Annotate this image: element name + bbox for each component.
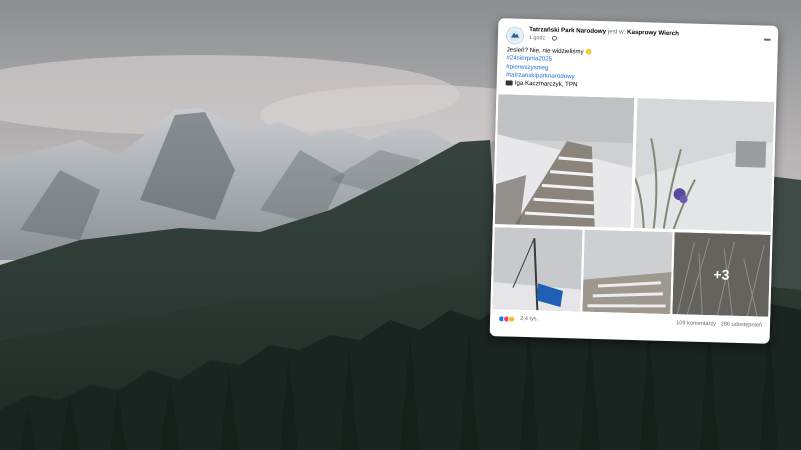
more-options-icon[interactable]: ••• — [763, 35, 770, 45]
smile-emoji-icon — [585, 48, 592, 55]
photo-frosted-flower[interactable] — [633, 98, 775, 232]
post-footer: 2,4 tys. 109 komentarzy 286 udostępnień — [498, 313, 762, 334]
photo-frosted-grass[interactable]: +3 — [672, 232, 771, 317]
engagement-stats: 109 komentarzy 286 udostępnień — [676, 320, 762, 328]
location-link[interactable]: Kasprowy Wierch — [627, 29, 679, 37]
page-name-link[interactable]: Tatrzański Park Narodowy — [529, 26, 606, 35]
shares-count[interactable]: 286 udostępnień — [721, 321, 763, 328]
wow-reaction-icon — [507, 315, 516, 323]
connector-text: jest w: — [607, 28, 626, 36]
photo-snowy-flag[interactable] — [492, 227, 583, 312]
reactions-count[interactable]: 2,4 tys. — [520, 316, 538, 323]
post-time-line: 1 godz. · — [529, 35, 558, 42]
photo-credit-text: Iga Kaczmarczyk, TPN — [514, 79, 578, 89]
post-time[interactable]: 1 godz. — [529, 35, 547, 41]
photo-snowy-trail[interactable] — [494, 94, 635, 228]
post-text: Jesień? Nie, nie widzieliśmy #24sierpnia… — [505, 46, 770, 95]
post-author-line: Tatrzański Park Narodowy jest w: Kasprow… — [529, 26, 752, 40]
camera-icon — [505, 80, 513, 86]
more-photos-overlay[interactable]: +3 — [672, 232, 771, 317]
photo-stone-stairs[interactable] — [582, 229, 673, 315]
comments-count[interactable]: 109 komentarzy — [676, 320, 716, 327]
avatar-logo-icon[interactable] — [505, 26, 525, 45]
globe-icon — [552, 35, 558, 41]
photo-grid: +3 — [490, 94, 777, 317]
facebook-post-card: Tatrzański Park Narodowy jest w: Kasprow… — [489, 18, 779, 344]
